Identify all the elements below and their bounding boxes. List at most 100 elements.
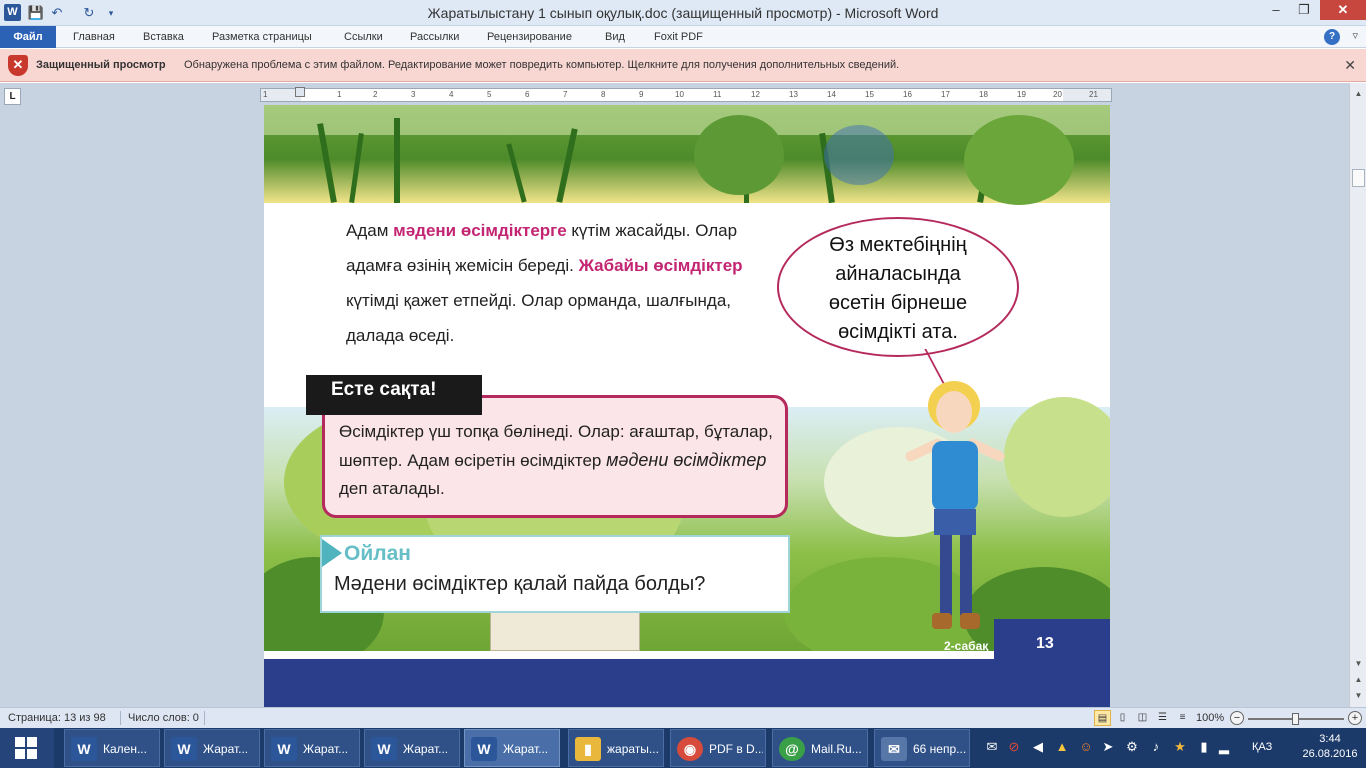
outline-view-icon[interactable]: ☰ — [1154, 710, 1171, 726]
scroll-thumb[interactable] — [1352, 169, 1365, 187]
clock-time: 3:44 — [1319, 733, 1341, 745]
yandex-tray-icon[interactable]: ☺ — [1078, 738, 1094, 756]
taskbar-button-mailru[interactable]: @ Mail.Ru... — [772, 729, 868, 767]
word-icon: W — [471, 737, 497, 761]
page-footer-band — [264, 659, 1110, 707]
help-icon[interactable]: ? — [1324, 29, 1340, 45]
ruler-number: 6 — [525, 90, 530, 99]
taskbar-button-word[interactable]: W Жарат... — [364, 729, 460, 767]
taskbar-button-word[interactable]: W Жарат... — [264, 729, 360, 767]
collapse-ribbon-icon[interactable]: ▿ — [1352, 29, 1358, 42]
app-tray-icon[interactable]: ★ — [1172, 738, 1188, 756]
word-icon: W — [271, 737, 297, 761]
think-box: Ойлан Мәдени өсімдіктер қалай пайда болд… — [320, 535, 790, 613]
tab-insert[interactable]: Вставка — [143, 26, 184, 48]
bubble-line: өсімдікті ата. — [838, 321, 958, 343]
mailru-icon: @ — [779, 737, 805, 761]
battery-icon[interactable]: ▮ — [1196, 738, 1212, 756]
zoom-slider-thumb[interactable] — [1292, 713, 1299, 725]
full-screen-reading-view-icon[interactable]: ▯ — [1114, 710, 1131, 726]
document-page[interactable]: Адам мәдени өсімдіктерге күтім жасайды. … — [264, 105, 1110, 707]
ruler-number: 15 — [865, 90, 874, 99]
folder-icon: ▮ — [575, 737, 601, 761]
zoom-out-button[interactable]: − — [1230, 711, 1244, 725]
tab-mailings[interactable]: Рассылки — [410, 26, 459, 48]
close-protected-bar-icon[interactable]: ✕ — [1344, 57, 1356, 74]
tab-file[interactable]: Файл — [0, 26, 56, 48]
language-indicator[interactable]: ҚАЗ — [1252, 741, 1272, 753]
triangle-marker-icon — [322, 539, 342, 567]
taskbar-button-chrome[interactable]: ◉ PDF в D... — [670, 729, 766, 767]
speaker-icon[interactable]: ♪ — [1148, 738, 1164, 756]
arrow-tray-icon[interactable]: ➤ — [1100, 738, 1116, 756]
ruler-number: 13 — [789, 90, 798, 99]
ruler-number: 12 — [751, 90, 760, 99]
ruler-number: 5 — [487, 90, 492, 99]
zoom-in-button[interactable]: + — [1348, 711, 1362, 725]
status-bar: Страница: 13 из 98 Число слов: 0 ▤ ▯ ◫ ☰… — [0, 707, 1366, 728]
clock[interactable]: 3:44 26.08.2016 — [1300, 732, 1360, 762]
think-question: Мәдени өсімдіктер қалай пайда болды? — [334, 573, 706, 595]
scroll-down-icon[interactable]: ▼ — [1352, 657, 1365, 670]
ruler-number: 18 — [979, 90, 988, 99]
tab-view[interactable]: Вид — [605, 26, 625, 48]
taskbar-button-word[interactable]: W Жарат... — [164, 729, 260, 767]
volume-tray-icon[interactable]: ◀ — [1030, 738, 1046, 756]
taskbar-label: PDF в D... — [709, 742, 763, 756]
clock-date: 26.08.2016 — [1302, 748, 1358, 760]
taskbar-button-word-active[interactable]: W Жарат... — [464, 729, 560, 767]
print-layout-view-icon[interactable]: ▤ — [1094, 710, 1111, 726]
chrome-icon: ◉ — [677, 737, 703, 761]
word-icon: W — [71, 737, 97, 761]
ruler-number: 16 — [903, 90, 912, 99]
word-count[interactable]: Число слов: 0 — [128, 712, 199, 724]
taskbar-button-folder[interactable]: ▮ жараты... — [568, 729, 664, 767]
tab-page-layout[interactable]: Разметка страницы — [212, 26, 312, 48]
next-page-icon[interactable]: ▼ — [1352, 689, 1365, 702]
ruler-number: 3 — [411, 90, 416, 99]
wild-plants-term: Жабайы өсімдіктер — [578, 256, 743, 275]
tab-foxit-pdf[interactable]: Foxit PDF — [654, 26, 703, 48]
prev-page-icon[interactable]: ▲ — [1352, 673, 1365, 686]
taskbar-label: жараты... — [607, 742, 659, 756]
web-layout-view-icon[interactable]: ◫ — [1134, 710, 1151, 726]
lesson-label: 2-сабақ — [944, 639, 989, 653]
scroll-up-icon[interactable]: ▲ — [1352, 87, 1365, 100]
signal-icon[interactable]: ▂ — [1216, 738, 1232, 756]
tab-selector[interactable]: L — [4, 88, 21, 105]
taskbar-button-word[interactable]: W Кален... — [64, 729, 160, 767]
taskbar: W Кален... W Жарат... W Жарат... W Жарат… — [0, 728, 1366, 768]
remember-tag: Есте сақта! — [306, 375, 482, 415]
tab-review[interactable]: Рецензирование — [487, 26, 572, 48]
protected-view-bar[interactable]: ✕ Защищенный просмотр Обнаружена проблем… — [0, 49, 1366, 82]
mail-tray-icon[interactable]: ✉ — [984, 738, 1000, 756]
tab-references[interactable]: Ссылки — [344, 26, 383, 48]
warning-tray-icon[interactable]: ▲ — [1054, 738, 1070, 756]
taskbar-label: Кален... — [103, 742, 147, 756]
zoom-level[interactable]: 100% — [1196, 712, 1224, 724]
close-button[interactable]: ✕ — [1320, 0, 1366, 20]
remember-term: мәдени өсімдіктер — [606, 450, 767, 470]
antivirus-icon[interactable]: ⊘ — [1006, 738, 1022, 756]
maximize-button[interactable]: ❐ — [1290, 0, 1318, 20]
draft-view-icon[interactable]: ≡ — [1174, 710, 1191, 726]
document-workspace: L 1 1 2 3 4 5 6 7 8 9 10 11 12 13 14 15 … — [0, 83, 1366, 707]
taskbar-button-mail[interactable]: ✉ 66 непр... — [874, 729, 970, 767]
ribbon-tabs: Файл Главная Вставка Разметка страницы С… — [0, 26, 1366, 48]
bubble-line: өсетін бірнеше — [828, 292, 968, 314]
vertical-scrollbar[interactable]: ▲ ▼ ▲ ▼ — [1349, 83, 1366, 707]
minimize-button[interactable]: – — [1262, 0, 1290, 20]
horizontal-ruler[interactable]: 1 1 2 3 4 5 6 7 8 9 10 11 12 13 14 15 16… — [260, 87, 1112, 102]
start-button[interactable] — [0, 728, 54, 768]
page-counter[interactable]: Страница: 13 из 98 — [8, 712, 106, 724]
protected-view-message[interactable]: Обнаружена проблема с этим файлом. Редак… — [184, 59, 899, 71]
taskbar-label: Жарат... — [303, 742, 349, 756]
indent-marker[interactable] — [295, 87, 305, 97]
main-paragraph[interactable]: Адам мәдени өсімдіктерге күтім жасайды. … — [346, 213, 766, 353]
tab-home[interactable]: Главная — [73, 26, 115, 48]
network-share-icon[interactable]: ⚙ — [1124, 738, 1140, 756]
ruler-number: 1 — [337, 90, 342, 99]
ruler-number: 4 — [449, 90, 454, 99]
think-title: Ойлан — [344, 542, 411, 565]
ruler-number: 19 — [1017, 90, 1026, 99]
